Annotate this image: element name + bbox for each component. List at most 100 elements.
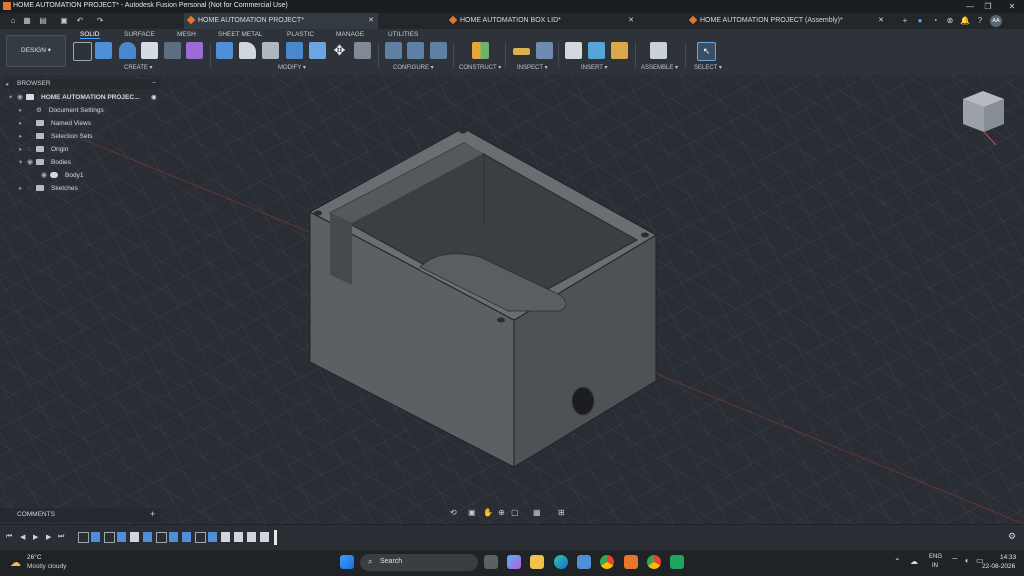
undo-icon[interactable]: ↶	[75, 16, 85, 26]
timeline-marker[interactable]	[274, 530, 277, 545]
timeline-first-icon[interactable]: ⏮	[6, 533, 12, 541]
select-icon[interactable]: ↖	[697, 42, 716, 61]
task-view-icon[interactable]	[484, 555, 498, 569]
configure-menu[interactable]: CONFIGURE ▾	[393, 64, 434, 71]
modify-menu[interactable]: MODIFY ▾	[278, 64, 306, 71]
hidden-eye-icon[interactable]: ◌	[27, 182, 36, 195]
measure-icon[interactable]	[513, 48, 530, 55]
grid-settings-icon[interactable]: ▦	[533, 508, 541, 517]
redo-icon[interactable]: ↷	[95, 16, 105, 26]
grid-menu-icon[interactable]: ⌂	[8, 16, 18, 26]
clock-time[interactable]: 14:33	[1000, 554, 1016, 561]
expand-arrow-icon[interactable]: ▸	[19, 130, 27, 143]
canvas-viewport[interactable]	[0, 75, 1024, 524]
configure-theme-icon[interactable]	[430, 42, 447, 59]
timeline-last-icon[interactable]: ⏭	[58, 533, 64, 541]
timeline-sketch-icon[interactable]	[195, 532, 206, 543]
visibility-eye-icon[interactable]: ◉	[27, 156, 36, 169]
timeline-sketch-icon[interactable]	[104, 532, 115, 543]
tab-plastic[interactable]: PLASTIC	[287, 31, 314, 38]
section-analysis-icon[interactable]	[536, 42, 553, 59]
tray-chevron-icon[interactable]: ⌃	[894, 557, 901, 566]
move-copy-icon[interactable]: ✥	[331, 42, 348, 59]
sheets-icon[interactable]	[670, 555, 684, 569]
browser-root[interactable]: ▾ ◉ HOME AUTOMATION PROJEC... ◉	[9, 91, 159, 104]
tab-close-icon[interactable]: ✕	[878, 13, 884, 29]
tab-home-automation-box-lid[interactable]: HOME AUTOMATION BOX LID* ✕	[448, 13, 640, 29]
windows-start-icon[interactable]	[340, 555, 354, 569]
maximize-button[interactable]: ❐	[980, 1, 996, 12]
browser-item-sketches[interactable]: ▸ ◌ Sketches	[19, 182, 82, 195]
create-form-icon[interactable]	[186, 42, 203, 59]
visibility-eye-icon[interactable]: ◉	[41, 169, 50, 182]
network-icon[interactable]: ⌔	[951, 556, 959, 566]
combine-icon[interactable]	[309, 42, 326, 59]
press-pull-icon[interactable]	[216, 42, 233, 59]
edge-browser-icon[interactable]	[554, 555, 568, 569]
timeline-extrude-icon[interactable]	[117, 532, 126, 542]
microsoft-store-icon[interactable]	[577, 555, 591, 569]
timeline-extrude-icon[interactable]	[169, 532, 178, 542]
chamfer-icon[interactable]	[262, 42, 279, 59]
select-menu[interactable]: SELECT ▾	[694, 64, 722, 71]
tab-sheet-metal[interactable]: SHEET METAL	[218, 31, 263, 38]
chrome-icon[interactable]	[600, 555, 614, 569]
look-at-icon[interactable]: ▣	[468, 508, 476, 517]
expand-arrow-icon[interactable]: ▸	[19, 117, 27, 130]
timeline-extrude-icon[interactable]	[91, 532, 100, 542]
display-settings-icon[interactable]: ▢	[511, 508, 519, 517]
cloud-tray-icon[interactable]: ☁	[910, 557, 918, 566]
insert-mcmaster-icon[interactable]	[611, 42, 628, 59]
hidden-eye-icon[interactable]: ◌	[27, 143, 36, 156]
taskbar-search[interactable]: ⌕ Search	[360, 554, 478, 571]
tab-surface[interactable]: SURFACE	[124, 31, 155, 38]
browser-item-document-settings[interactable]: ▸ ⚙ Document Settings	[19, 104, 108, 117]
construct-menu[interactable]: CONSTRUCT ▾	[459, 64, 501, 71]
visibility-eye-icon[interactable]: ◉	[17, 91, 26, 104]
expand-arrow-icon[interactable]: ▾	[19, 156, 27, 169]
timeline-sketch-icon[interactable]	[156, 532, 167, 543]
shell-icon[interactable]	[286, 42, 303, 59]
volume-icon[interactable]: ◖	[964, 556, 969, 565]
create-menu[interactable]: CREATE ▾	[124, 64, 153, 71]
revolve-icon[interactable]	[119, 42, 136, 59]
timeline-prev-icon[interactable]: ◀	[20, 533, 25, 541]
language-code[interactable]: ENG	[929, 554, 942, 560]
offset-plane-icon[interactable]	[472, 42, 489, 59]
fillet-icon[interactable]	[239, 42, 256, 59]
hole-icon[interactable]	[141, 42, 158, 59]
timeline-extrude-icon[interactable]	[208, 532, 217, 542]
extrude-icon[interactable]	[95, 42, 112, 59]
tab-close-icon[interactable]: ✕	[628, 13, 634, 29]
file-explorer-icon[interactable]	[530, 555, 544, 569]
timeline-sketch-icon[interactable]	[78, 532, 89, 543]
timeline-features[interactable]	[78, 530, 278, 545]
assemble-menu[interactable]: ASSEMBLE ▾	[641, 64, 678, 71]
browser-minimize-icon[interactable]: –	[152, 79, 156, 86]
joint-icon[interactable]	[650, 42, 667, 59]
tab-mesh[interactable]: MESH	[177, 31, 196, 38]
configure-rule-icon[interactable]	[407, 42, 424, 59]
orbit-icon[interactable]: ⟲	[450, 508, 457, 517]
apps-icon[interactable]: ▦	[22, 16, 32, 26]
extensions-icon[interactable]: ●	[915, 16, 925, 26]
tab-home-automation-assembly[interactable]: HOME AUTOMATION PROJECT (Assembly)* ✕	[688, 13, 890, 29]
expand-arrow-icon[interactable]: ▸	[19, 104, 27, 117]
design-canvas[interactable]	[0, 75, 1024, 524]
file-menu-icon[interactable]: ▤	[38, 16, 48, 26]
zoom-icon[interactable]: ⊕	[498, 508, 505, 517]
tab-close-icon[interactable]: ✕	[368, 13, 374, 29]
timeline-fillet-icon[interactable]	[130, 532, 139, 542]
align-icon[interactable]	[354, 42, 371, 59]
fusion-app-icon[interactable]	[624, 555, 638, 569]
add-comment-button[interactable]: +	[150, 509, 155, 519]
expand-arrow-icon[interactable]: ▸	[19, 182, 27, 195]
browser-item-bodies[interactable]: ▾ ◉ Bodies	[19, 156, 75, 169]
collapse-icon[interactable]: ◂	[5, 80, 8, 88]
browser-item-origin[interactable]: ▸ ◌ Origin	[19, 143, 73, 156]
online-status-icon[interactable]: ◔	[930, 16, 940, 26]
activate-radio-icon[interactable]: ◉	[151, 91, 157, 104]
help-icon[interactable]: ?	[975, 16, 985, 26]
timeline-fillet-icon[interactable]	[247, 532, 256, 542]
pattern-icon[interactable]	[164, 42, 181, 59]
